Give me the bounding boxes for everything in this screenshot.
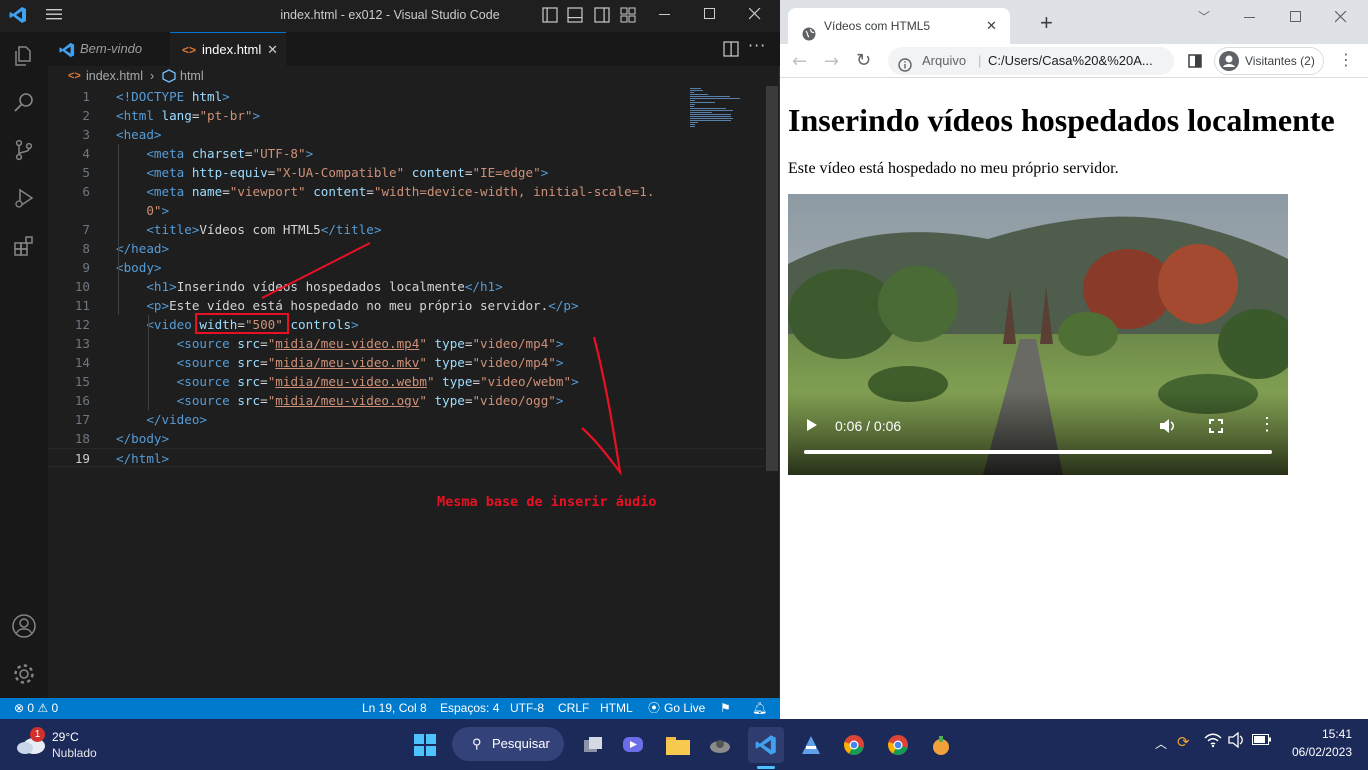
vscode-window: index.html - ex012 - Visual Studio Code … (0, 0, 780, 719)
start-button[interactable] (407, 727, 443, 763)
video-progress-fill (804, 450, 1272, 454)
profile-label: Visitantes (2) (1245, 54, 1315, 68)
windows-taskbar: 1 29°C Nublado ⚲ Pesquisar ︿ ⟳ 15:41 06/… (0, 719, 1368, 770)
side-panel-icon[interactable] (1188, 53, 1202, 72)
tray-chevron-icon[interactable]: ︿ (1155, 735, 1167, 752)
app-icon[interactable] (793, 727, 829, 763)
golive-button[interactable]: Go Live (664, 698, 705, 719)
clock[interactable]: 15:41 06/02/2023 (1282, 725, 1352, 761)
fullscreen-icon[interactable] (1209, 419, 1223, 438)
chrome-icon[interactable] (880, 727, 916, 763)
weather-temp: 29°C (52, 730, 79, 744)
cursor-position[interactable]: Ln 19, Col 8 (362, 698, 427, 719)
indentation[interactable]: Espaços: 4 (440, 698, 499, 719)
browser-tab-close-icon[interactable]: ✕ (986, 8, 997, 44)
chrome-icon[interactable] (836, 727, 872, 763)
web-page: Inserindo vídeos hospedados localmente E… (780, 78, 1368, 719)
address-bar[interactable]: Arquivo | C:/Users/Casa%20&%20A... (888, 47, 1174, 75)
browser-close-icon[interactable] (1334, 8, 1347, 27)
battery-icon[interactable] (1252, 733, 1272, 751)
page-paragraph: Este vídeo está hospedado no meu próprio… (788, 160, 1119, 177)
play-icon[interactable] (806, 418, 818, 437)
active-app-indicator (757, 766, 775, 769)
browser-maximize-icon[interactable] (1290, 8, 1302, 27)
profile-button[interactable]: Visitantes (2) (1214, 47, 1324, 75)
browser-minimize-icon[interactable] (1244, 8, 1256, 27)
tab-search-chevron-icon[interactable]: ﹀ (1198, 8, 1210, 25)
browser-toolbar: ← → ↻ Arquivo | C:/Users/Casa%20&%20A...… (780, 44, 1368, 78)
line-ending[interactable]: CRLF (558, 698, 589, 719)
app-icon[interactable] (702, 727, 738, 763)
back-arrow-icon[interactable]: ← (792, 51, 807, 72)
browser-tab-title: Vídeos com HTML5 (824, 19, 931, 33)
taskbar-search[interactable]: ⚲ Pesquisar (452, 727, 564, 761)
vscode-taskbar-icon[interactable] (748, 727, 784, 763)
warning-count: 0 (51, 701, 59, 715)
video-options-icon[interactable]: ⋮ (1258, 414, 1276, 435)
video-player[interactable]: 0:06 / 0:06 ⋮ (788, 194, 1288, 475)
browser-window: Vídeos com HTML5 ✕ + ﹀ ← → ↻ Arquivo | C… (780, 0, 1368, 719)
app-icon[interactable] (923, 727, 959, 763)
error-count: 0 (27, 701, 35, 715)
weather-desc: Nublado (52, 746, 97, 760)
encoding[interactable]: UTF-8 (510, 698, 544, 719)
status-bar: ⊗ 0 ⚠ 0 Ln 19, Col 8 Espaços: 4 UTF-8 CR… (0, 698, 780, 719)
problems-indicator[interactable]: ⊗ 0 ⚠ 0 (14, 698, 58, 719)
video-time: 0:06 / 0:06 (835, 418, 902, 434)
reload-icon[interactable]: ↻ (856, 50, 871, 71)
browser-tab[interactable]: Vídeos com HTML5 ✕ (788, 8, 1010, 44)
volume-icon[interactable] (1228, 731, 1246, 753)
chrome-menu-icon[interactable]: ⋮ (1338, 50, 1354, 69)
wifi-icon[interactable] (1204, 732, 1222, 753)
weather-widget[interactable]: 1 29°C Nublado (16, 727, 116, 763)
profile-avatar-icon (1219, 51, 1239, 80)
address-separator: | (978, 53, 982, 68)
feedback-icon[interactable]: ⚑ (720, 698, 731, 719)
notifications-bell-icon[interactable]: 🔔︎ (752, 698, 767, 719)
new-tab-icon[interactable]: + (1040, 10, 1053, 36)
annotation-text: Mesma base de inserir áudio (437, 494, 657, 510)
clock-time: 15:41 (1321, 727, 1352, 741)
clock-date: 06/02/2023 (1291, 745, 1352, 759)
chat-icon[interactable] (615, 727, 651, 763)
golive-icon: ⦿ (648, 701, 661, 715)
browser-tabstrip: Vídeos com HTML5 ✕ + ﹀ (780, 0, 1368, 44)
language-mode[interactable]: HTML (600, 698, 633, 719)
address-scheme-label: Arquivo (922, 53, 967, 68)
taskbar-search-label: Pesquisar (492, 736, 550, 751)
volume-icon[interactable] (1159, 418, 1177, 439)
file-explorer-icon[interactable] (660, 727, 696, 763)
tray-sync-icon[interactable]: ⟳ (1177, 733, 1190, 751)
weather-badge: 1 (30, 727, 45, 742)
address-url: C:/Users/Casa%20&%20A... (988, 53, 1153, 68)
search-icon: ⚲ (472, 736, 482, 751)
task-view-icon[interactable] (575, 727, 611, 763)
video-progress-track[interactable] (804, 450, 1272, 454)
annotation-arrows (261, 242, 622, 476)
page-heading: Inserindo vídeos hospedados localmente (788, 102, 1335, 138)
forward-arrow-icon[interactable]: → (824, 51, 839, 72)
